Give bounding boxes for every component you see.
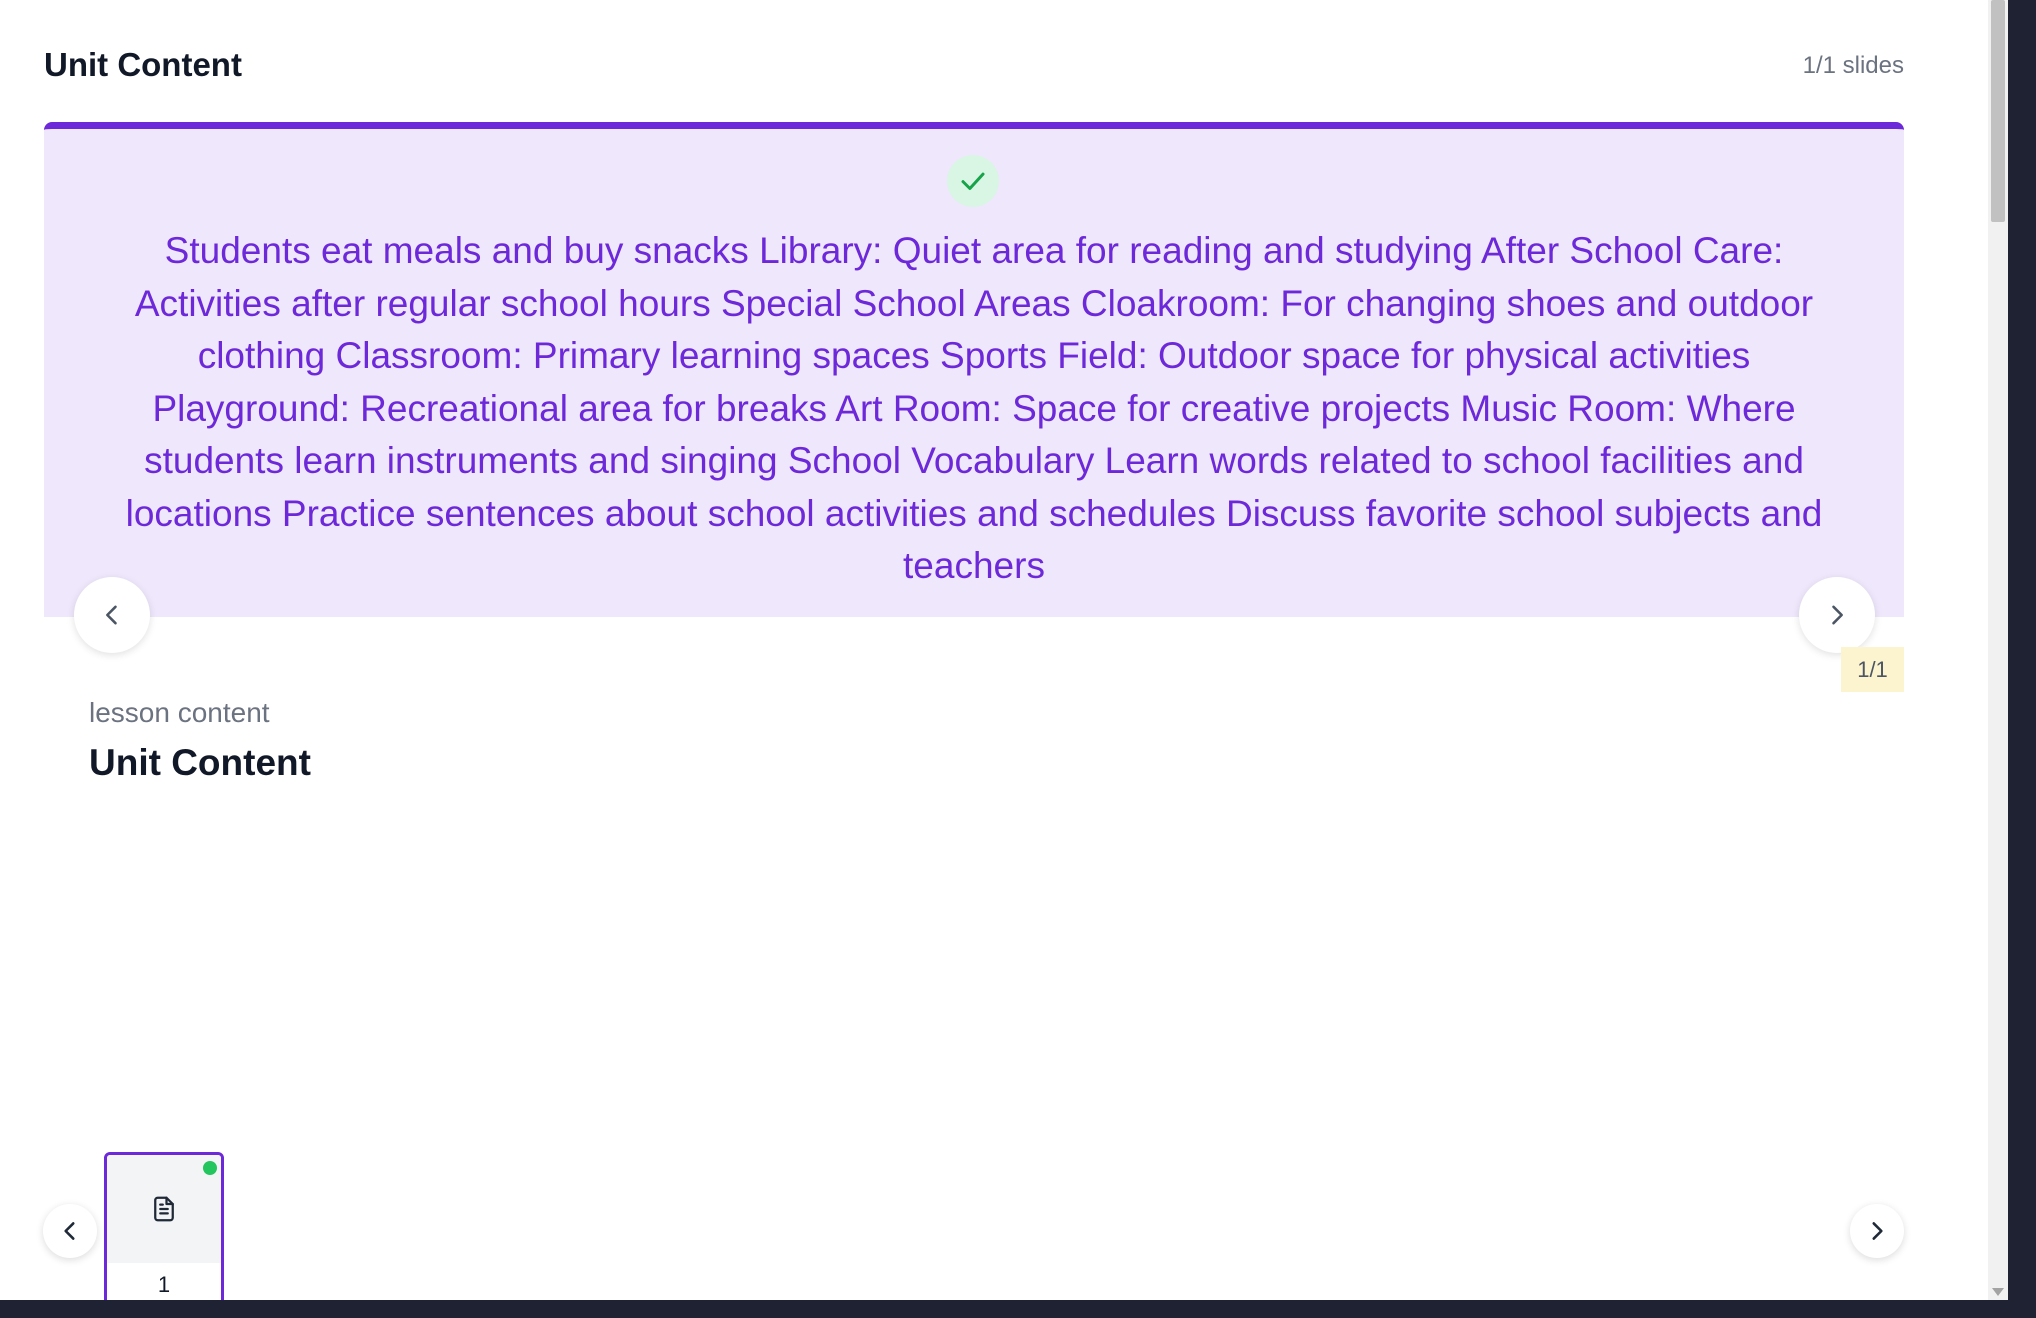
document-icon (154, 1196, 174, 1222)
lesson-kind-label: lesson content (89, 697, 270, 728)
previous-slide-button[interactable] (74, 577, 150, 653)
chevron-left-icon (64, 1222, 75, 1240)
slide-page-indicator: 1/1 (1841, 647, 1904, 692)
slide-card: Students eat meals and buy snacks Librar… (44, 122, 1904, 617)
slide-thumbnail[interactable]: 1 (104, 1152, 224, 1300)
slide-text: Students eat meals and buy snacks Librar… (125, 230, 1823, 586)
thumbnails-prev-button[interactable] (43, 1204, 97, 1258)
next-slide-button[interactable] (1799, 577, 1875, 653)
window-frame-bottom (0, 1300, 2036, 1318)
chevron-right-icon (1872, 1222, 1883, 1240)
window-frame-right (2008, 0, 2036, 1318)
completed-check-icon (947, 155, 999, 207)
lesson-title: Unit Content (89, 742, 311, 783)
main-viewport: Unit Content 1/1 slides Students eat mea… (0, 0, 2008, 1300)
slide-count: 1/1 slides (1802, 52, 1904, 79)
thumbnails-next-button[interactable] (1850, 1204, 1904, 1258)
scrollbar-thumb[interactable] (1991, 0, 2005, 222)
chevron-left-icon (106, 605, 117, 625)
page-title: Unit Content (44, 46, 242, 83)
vertical-scrollbar[interactable] (1988, 0, 2008, 1300)
scroll-down-arrow-icon[interactable] (1992, 1288, 2004, 1296)
chevron-right-icon (1832, 605, 1843, 625)
thumbnail-status-dot (203, 1161, 217, 1175)
thumbnail-number: 1 (157, 1272, 171, 1297)
